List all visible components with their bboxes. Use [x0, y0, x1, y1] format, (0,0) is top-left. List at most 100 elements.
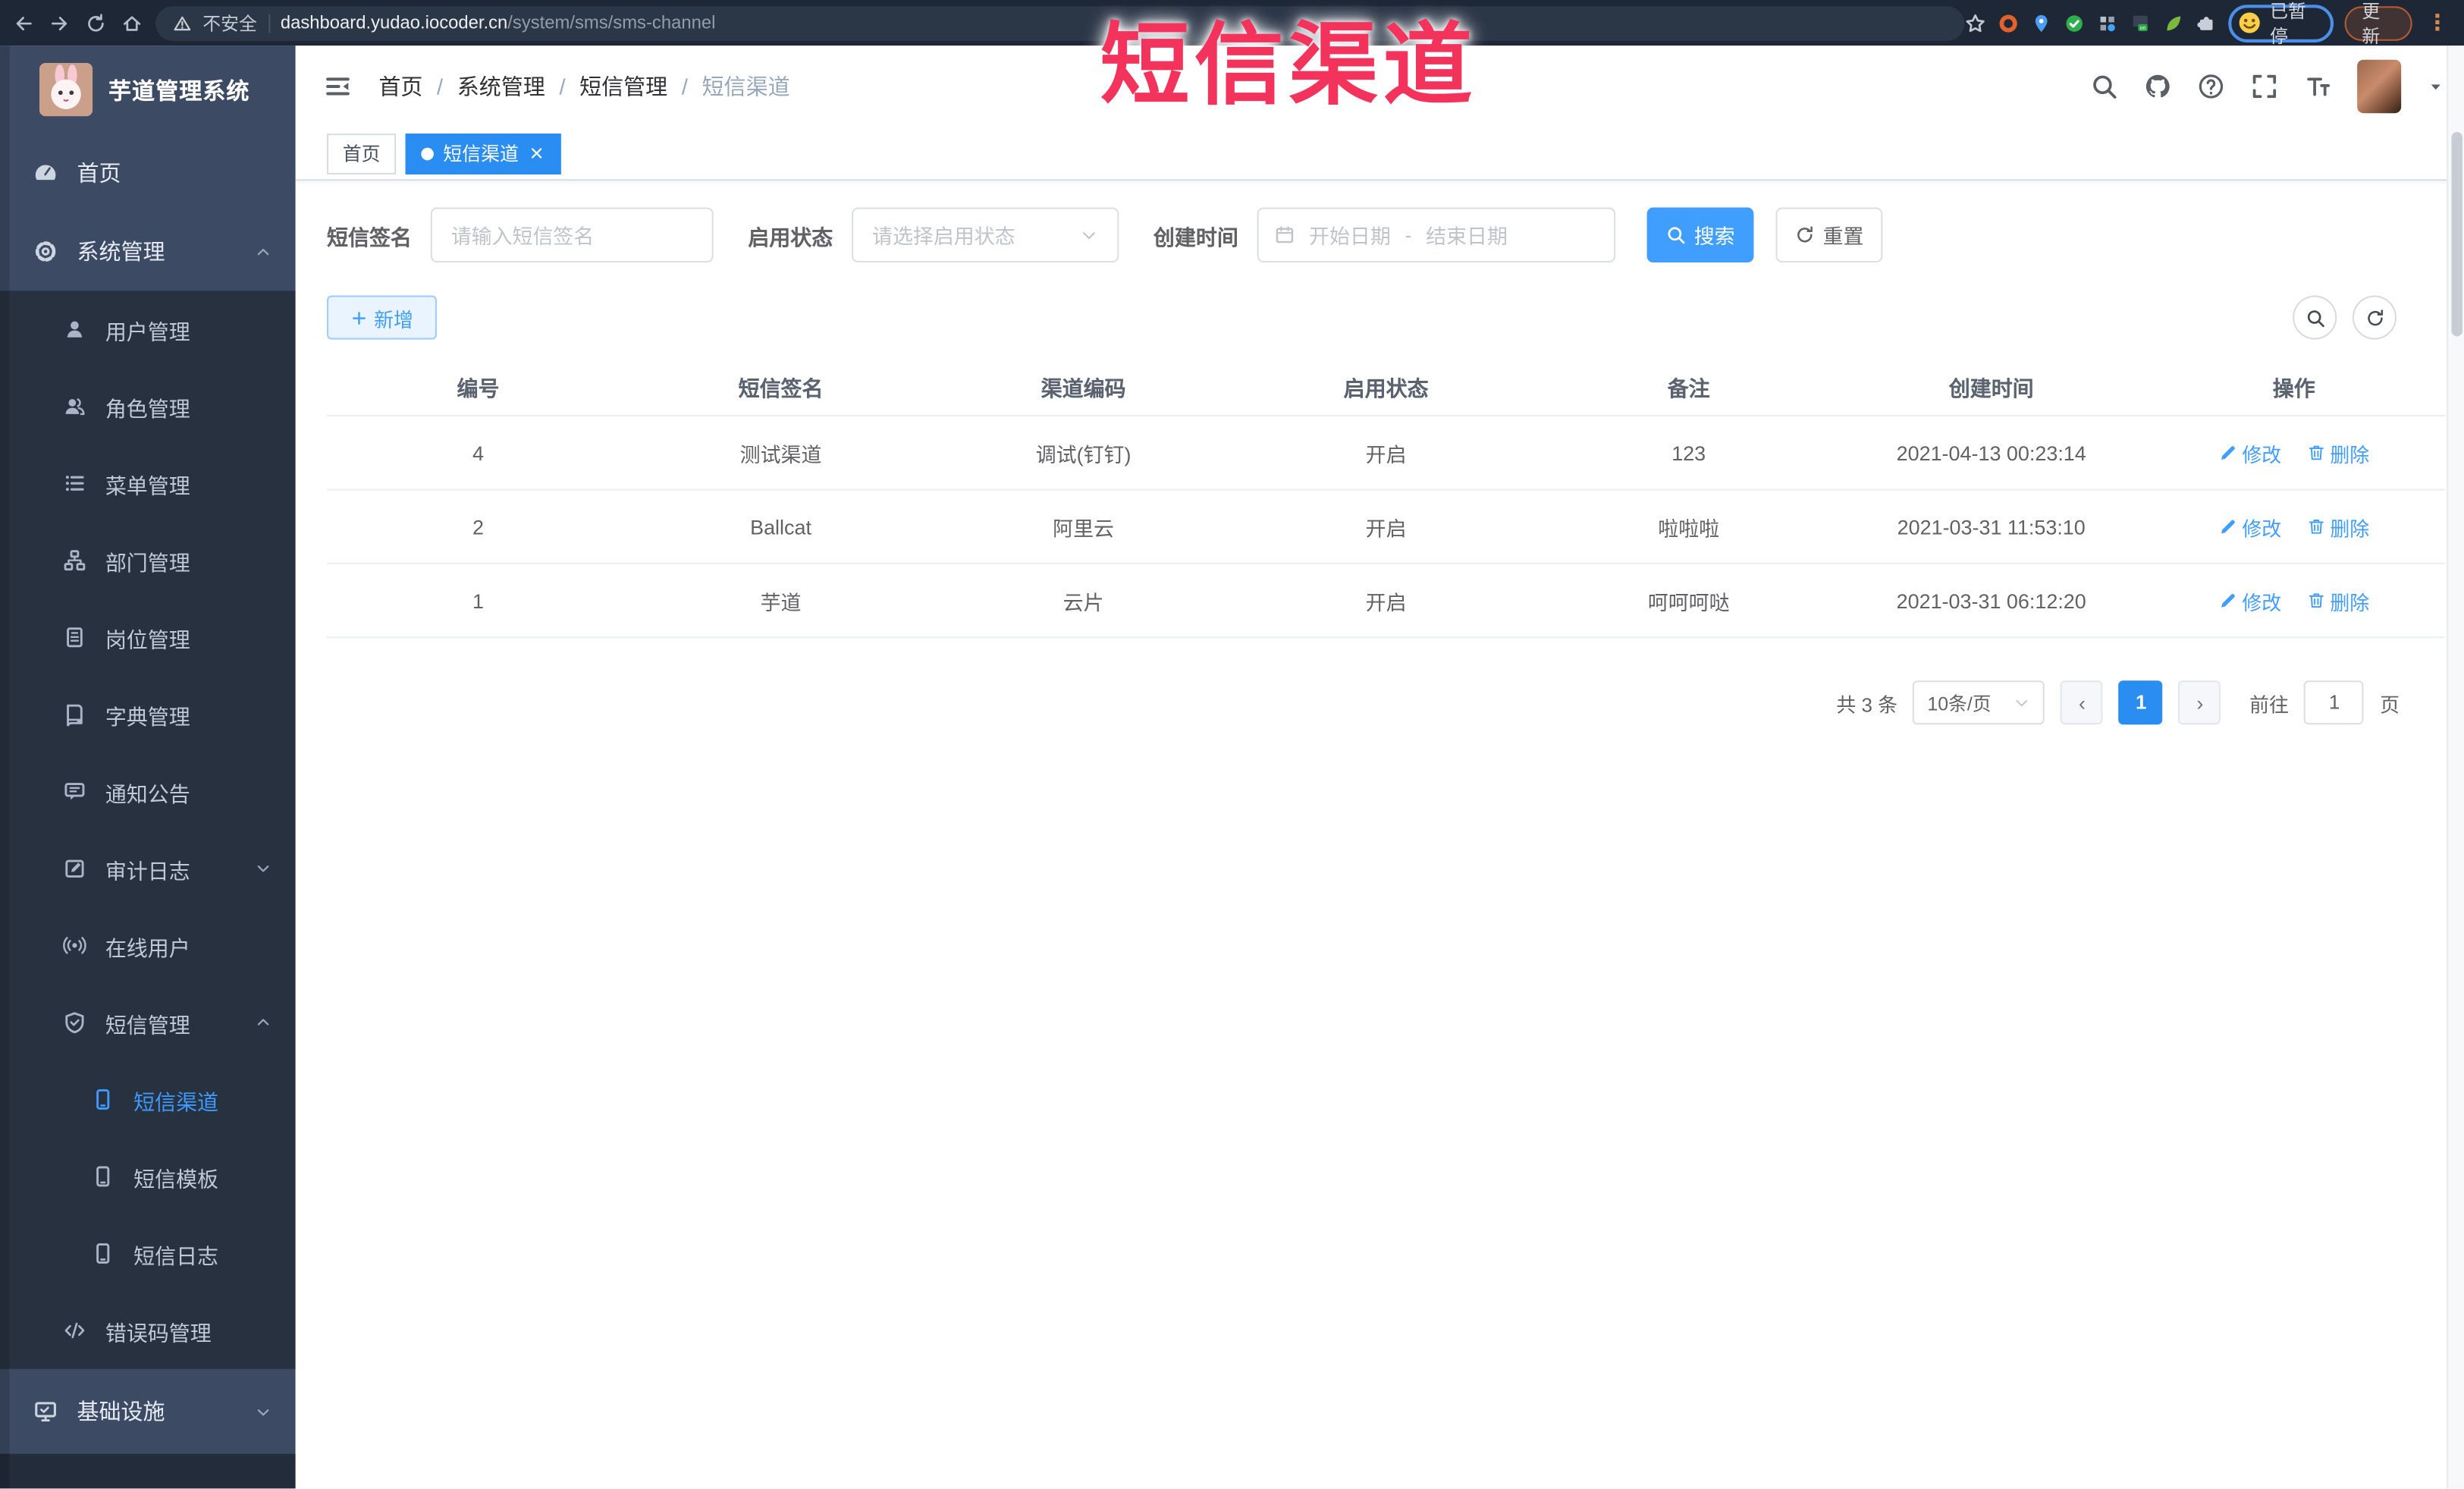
breadcrumb-item[interactable]: 短信管理 [579, 71, 667, 102]
ext-orange-ring-icon[interactable] [1997, 12, 2019, 34]
table-header-cell: 渠道编码 [1041, 376, 1126, 401]
table-cell: Ballcat [750, 514, 811, 539]
sidebar-item-dept[interactable]: 部门管理 [0, 522, 296, 599]
home-icon[interactable] [121, 12, 143, 34]
sidebar-item-dict[interactable]: 字典管理 [0, 676, 296, 753]
tags-view-bar: 首页 短信渠道 [295, 127, 2464, 181]
sidebar-item-label: 错误码管理 [105, 1321, 212, 1345]
reset-button[interactable]: 重置 [1775, 207, 1883, 263]
breadcrumb-item[interactable]: 系统管理 [457, 71, 545, 102]
gear-icon [33, 239, 58, 264]
reload-icon[interactable] [85, 12, 107, 34]
sidebar-item-menu[interactable]: 菜单管理 [0, 445, 296, 522]
page-size-select[interactable]: 10条/页 [1913, 680, 2045, 725]
date-range-picker[interactable]: 开始日期 - 结束日期 [1257, 207, 1616, 263]
fullscreen-icon[interactable] [2250, 72, 2278, 100]
pagination: 共 3 条 10条/页 ‹ 1 › 前往 1 页 [1836, 680, 2400, 725]
table-header-cell: 启用状态 [1343, 376, 1429, 401]
edit-link[interactable]: 修改 [2218, 511, 2281, 541]
font-size-icon[interactable] [2304, 72, 2332, 100]
browser-menu-icon[interactable]: ⋮ [2423, 9, 2451, 36]
ext-leaf-icon[interactable] [2161, 12, 2183, 34]
sidebar-item-post[interactable]: 岗位管理 [0, 598, 296, 676]
search-button[interactable]: 搜索 [1646, 207, 1754, 263]
prev-page-button[interactable]: ‹ [2061, 680, 2104, 725]
sidebar-item-sms-channel[interactable]: 短信渠道 [0, 1061, 296, 1139]
avatar[interactable] [2357, 59, 2402, 114]
tab-首页[interactable]: 首页 [326, 133, 397, 174]
sidebar-item-online[interactable]: 在线用户 [0, 907, 296, 985]
address-bar[interactable]: 不安全 dashboard.yudao.iocoder.cn/system/sm… [155, 5, 1964, 40]
delete-label: 删除 [2330, 444, 2370, 466]
scrollbar-thumb[interactable] [2451, 132, 2462, 337]
add-button[interactable]: 新增 [326, 295, 438, 340]
delete-link[interactable]: 删除 [2306, 438, 2369, 467]
security-label: 不安全 [202, 14, 257, 34]
bookmark-star-icon[interactable] [1963, 12, 1985, 34]
tab-短信渠道[interactable]: 短信渠道 [405, 133, 561, 174]
sidebar-item-sms-template[interactable]: 短信模板 [0, 1138, 296, 1215]
sign-input[interactable]: 请输入短信签名 [430, 207, 714, 263]
sidebar-item-label: 角色管理 [105, 397, 190, 421]
chevron-down-icon[interactable] [2426, 77, 2445, 96]
main-content: 短信签名 请输入短信签名 启用状态 请选择启用状态 创建时间 开始日期 - 结束… [295, 181, 2447, 1489]
sidebar-item-sms[interactable]: 短信管理 [0, 984, 296, 1061]
extension-icons: on [1997, 12, 2217, 34]
sidebar-item-audit[interactable]: 审计日志 [0, 830, 296, 907]
sidebar-item-errcode[interactable]: 错误码管理 [0, 1292, 296, 1369]
table-cell: 开启 [1365, 590, 1407, 614]
breadcrumb-item[interactable]: 首页 [378, 71, 422, 102]
ext-proxy-icon[interactable]: on [2129, 12, 2151, 34]
sidebar-filler [0, 1453, 296, 1489]
status-select[interactable]: 请选择启用状态 [852, 207, 1119, 263]
security-warning-icon[interactable] [173, 14, 192, 33]
delete-link[interactable]: 删除 [2306, 586, 2369, 615]
ext-grid-icon[interactable] [2095, 12, 2117, 34]
dashboard-icon [33, 160, 58, 185]
sidebar-item-system[interactable]: 系统管理 [0, 212, 296, 291]
sidebar-item-user[interactable]: 用户管理 [0, 291, 296, 368]
delete-link[interactable]: 删除 [2306, 511, 2369, 541]
sidebar-item-sms-log[interactable]: 短信日志 [0, 1215, 296, 1293]
goto-page-input[interactable]: 1 [2304, 680, 2365, 725]
forward-icon[interactable] [49, 12, 71, 34]
breadcrumb-item: 短信渠道 [702, 74, 790, 99]
sign-label: 短信签名 [326, 225, 412, 250]
table-cell-actions: 修改 删除 [2142, 438, 2445, 467]
sidebar-item-role[interactable]: 角色管理 [0, 368, 296, 445]
sidebar-item-label: 短信管理 [105, 1013, 190, 1037]
hamburger-icon[interactable] [324, 72, 352, 100]
ext-blue-pin-icon[interactable] [2029, 12, 2051, 34]
edit-link[interactable]: 修改 [2218, 586, 2281, 615]
back-icon[interactable] [13, 12, 35, 34]
paused-extension-pill[interactable]: 已暂停 [2227, 2, 2334, 46]
total-count: 共 3 条 [1836, 693, 1897, 716]
github-icon[interactable] [2143, 72, 2171, 100]
add-button-label: 新增 [374, 309, 413, 331]
table-cell: 测试渠道 [739, 442, 822, 466]
top-navbar: 首页 / 系统管理 / 短信管理 / 短信渠道 [295, 46, 2464, 127]
help-icon[interactable] [2197, 72, 2225, 100]
scrollbar[interactable] [2447, 46, 2464, 1489]
sidebar-item-notice[interactable]: 通知公告 [0, 753, 296, 831]
sidebar-item-home[interactable]: 首页 [0, 134, 296, 212]
chevron-up-icon [255, 243, 272, 260]
refresh-table-button[interactable] [2352, 295, 2397, 340]
app-logo[interactable]: 芋道管理系统 [0, 46, 296, 134]
sidebar-item-label: 用户管理 [105, 319, 190, 344]
toggle-search-button[interactable] [2293, 295, 2337, 340]
ext-green-check-icon[interactable] [2063, 12, 2085, 34]
search-icon [1665, 225, 1686, 245]
edit-link[interactable]: 修改 [2218, 438, 2281, 467]
table-header-cell: 短信签名 [738, 376, 824, 401]
search-icon[interactable] [2090, 72, 2118, 100]
current-page-button[interactable]: 1 [2119, 680, 2164, 725]
table-row: 1 芋道 云片 开启 呵呵呵哒 2021-03-31 06:12:20 修改 删除 [326, 564, 2446, 639]
sidebar-item-infra[interactable]: 基础设施 [0, 1369, 296, 1454]
ext-puzzle-icon[interactable] [2195, 12, 2217, 34]
next-page-button[interactable]: › [2178, 680, 2221, 725]
table-cell: 芋道 [760, 590, 802, 614]
filter-form: 短信签名 请输入短信签名 启用状态 请选择启用状态 创建时间 开始日期 - 结束… [326, 207, 1883, 263]
close-icon[interactable] [528, 145, 545, 162]
browser-update-button[interactable]: 更新 [2344, 2, 2412, 46]
